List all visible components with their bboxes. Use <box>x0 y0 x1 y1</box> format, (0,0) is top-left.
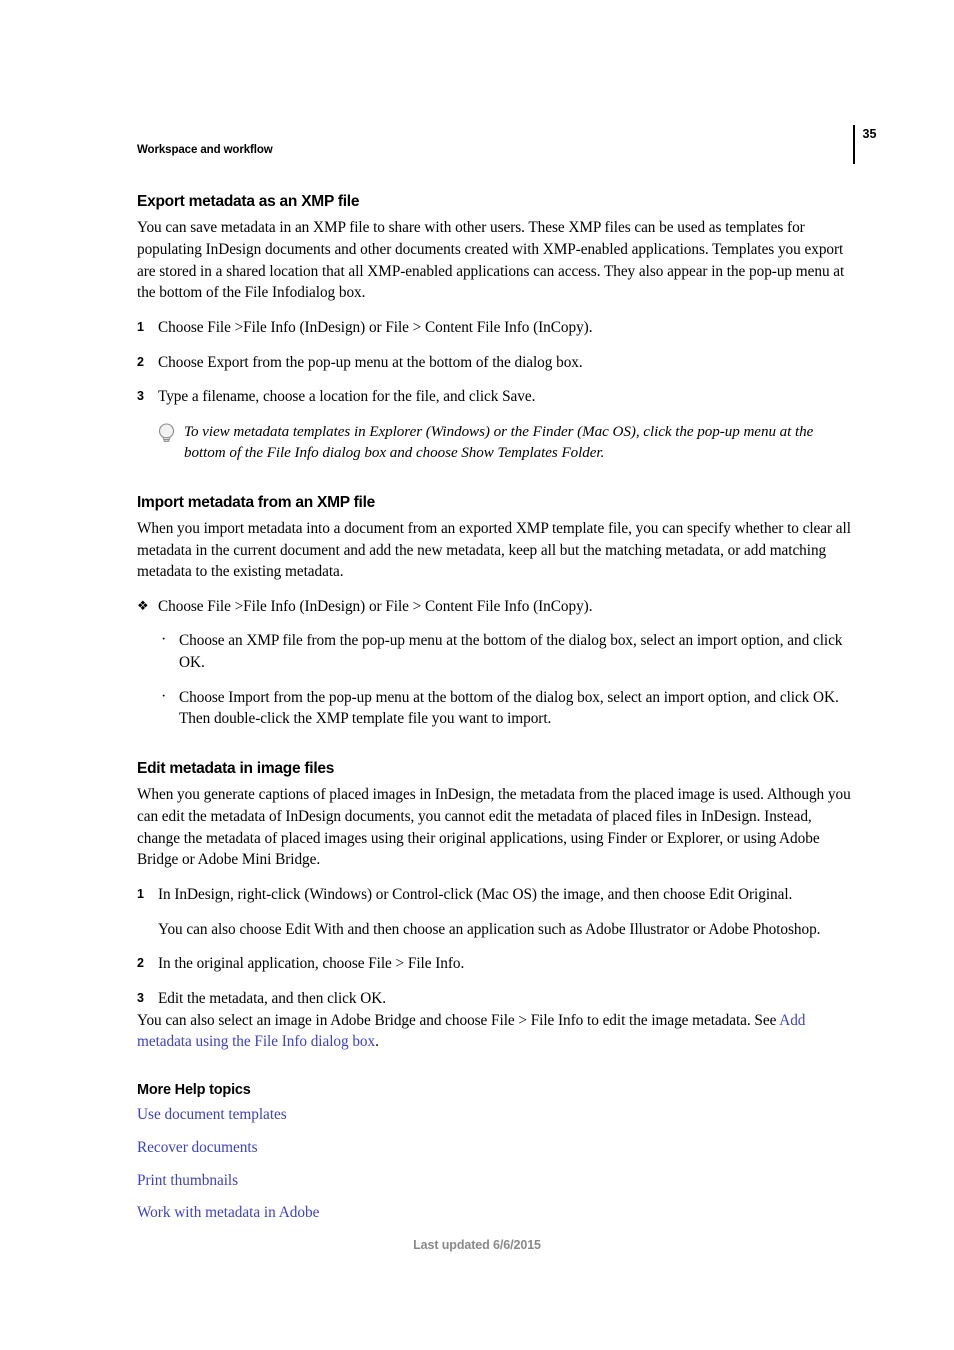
list-item: Use document templates <box>137 1105 851 1125</box>
tip-text: To view metadata templates in Explorer (… <box>184 423 814 461</box>
closing-text-prefix: You can also select an image in Adobe Br… <box>137 1011 780 1029</box>
step-number: 2 <box>137 956 144 971</box>
list-item: · Choose Import from the pop-up menu at … <box>158 687 851 730</box>
action-item: ❖ Choose File >File Info (InDesign) or F… <box>137 596 851 618</box>
step-item: 1 In InDesign, right-click (Windows) or … <box>137 884 851 940</box>
tip-note: To view metadata templates in Explorer (… <box>158 422 851 464</box>
heading-import-metadata: Import metadata from an XMP file <box>137 493 376 511</box>
link-print-thumbnails[interactable]: Print thumbnails <box>137 1172 238 1189</box>
step-text: Choose File >File Info (InDesign) or Fil… <box>158 318 593 336</box>
step-number: 1 <box>137 319 144 334</box>
folio-divider-rule <box>853 125 855 164</box>
list-item: Recover documents <box>137 1138 851 1158</box>
page-folio: 35 <box>853 125 876 165</box>
link-use-document-templates[interactable]: Use document templates <box>137 1106 287 1123</box>
dot-bullet-icon: · <box>161 687 167 705</box>
list-item: Print thumbnails <box>137 1171 851 1191</box>
dot-bullet-icon: · <box>161 631 167 649</box>
step-number: 3 <box>137 389 144 404</box>
step-item: 2 Choose Export from the pop-up menu at … <box>137 352 851 374</box>
diamond-bullet-icon: ❖ <box>137 597 149 613</box>
step-item: 3 Edit the metadata, and then click OK. <box>137 988 851 1010</box>
step-number: 3 <box>137 990 144 1005</box>
heading-export-metadata: Export metadata as an XMP file <box>137 193 360 210</box>
step-text: In InDesign, right-click (Windows) or Co… <box>158 885 793 903</box>
lightbulb-icon <box>158 422 184 464</box>
closing-text-suffix: . <box>375 1033 379 1051</box>
link-recover-documents[interactable]: Recover documents <box>137 1139 258 1156</box>
step-text: In the original application, choose File… <box>158 955 465 973</box>
action-text: Choose File >File Info (InDesign) or Fil… <box>158 597 593 615</box>
step-text: Choose Export from the pop-up menu at th… <box>158 353 583 371</box>
step-number: 1 <box>137 886 144 901</box>
running-header-title: Workspace and workflow <box>137 144 273 156</box>
paragraph-edit-intro: When you generate captions of placed ima… <box>137 786 851 869</box>
step-item: 3 Type a filename, choose a location for… <box>137 386 851 408</box>
list-item-text: Choose Import from the pop-up menu at th… <box>179 688 839 728</box>
list-item: Work with metadata in Adobe <box>137 1203 851 1223</box>
step-item: 2 In the original application, choose Fi… <box>137 953 851 975</box>
footer-last-updated: Last updated 6/6/2015 <box>413 1238 541 1252</box>
heading-more-help-topics: More Help topics <box>137 1081 251 1098</box>
link-work-with-metadata-in-adobe[interactable]: Work with metadata in Adobe <box>137 1204 319 1221</box>
list-item: · Choose an XMP file from the pop-up men… <box>158 630 851 673</box>
step-text: Type a filename, choose a location for t… <box>158 388 536 406</box>
step-subparagraph: You can also choose Edit With and then c… <box>158 920 821 938</box>
paragraph-import-intro: When you import metadata into a document… <box>137 519 851 581</box>
paragraph-edit-closing: You can also select an image in Adobe Br… <box>137 1010 851 1053</box>
page-content: Export metadata as an XMP file You can s… <box>137 192 851 1223</box>
step-number: 2 <box>137 354 144 369</box>
step-item: 1 Choose File >File Info (InDesign) or F… <box>137 317 851 339</box>
paragraph-export-intro: You can save metadata in an XMP file to … <box>137 219 845 302</box>
document-page: Workspace and workflow 35 Export metadat… <box>0 0 954 1350</box>
heading-edit-metadata: Edit metadata in image files <box>137 760 335 778</box>
step-text: Edit the metadata, and then click OK. <box>158 989 387 1007</box>
page-number: 35 <box>862 127 877 141</box>
list-item-text: Choose an XMP file from the pop-up menu … <box>179 632 843 672</box>
more-help-link-list: Use document templates Recover documents… <box>137 1105 851 1224</box>
sub-bullet-list: · Choose an XMP file from the pop-up men… <box>158 630 851 730</box>
